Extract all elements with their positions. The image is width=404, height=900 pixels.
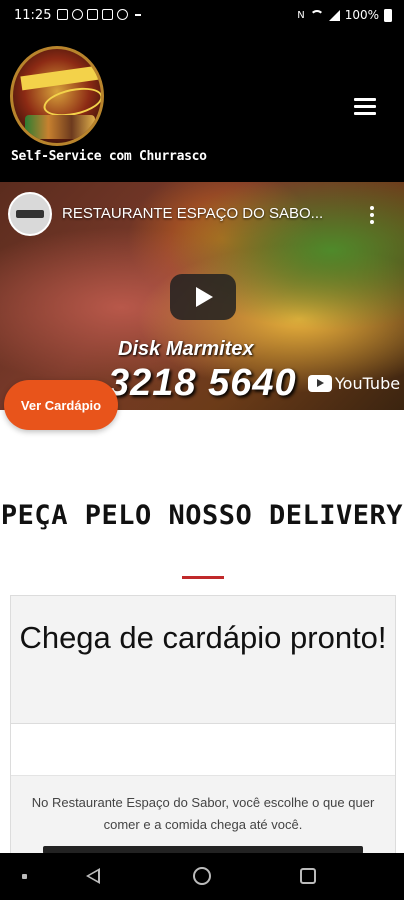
- news-icon: [102, 9, 113, 20]
- back-icon[interactable]: [86, 868, 100, 884]
- hamburger-icon[interactable]: [354, 98, 376, 116]
- facebook-icon: [87, 9, 98, 20]
- nav-indicator: [22, 874, 27, 879]
- restaurant-logo[interactable]: [10, 46, 104, 146]
- signal-icon: [328, 9, 340, 21]
- status-time: 11:25: [14, 8, 52, 23]
- play-icon[interactable]: [170, 274, 236, 320]
- sim-icon: [57, 9, 68, 20]
- video-overlay-text: Disk Marmitex: [118, 338, 254, 360]
- youtube-watermark[interactable]: YouTube: [308, 374, 400, 393]
- battery-percent: 100%: [344, 8, 379, 22]
- youtube-label: YouTube: [335, 374, 401, 393]
- site-header: Self-Service com Churrasco: [0, 34, 404, 182]
- card-header: Chega de cardápio pronto!: [11, 596, 395, 724]
- more-notifications-icon: [135, 14, 141, 16]
- system-navigation-bar: [0, 853, 404, 900]
- facebook-icon: [72, 9, 83, 20]
- status-bar: 11:25 N 100%: [0, 0, 404, 34]
- battery-icon: [384, 8, 392, 22]
- heading-divider: [182, 576, 224, 579]
- nfc-icon: N: [297, 9, 305, 21]
- card-title: Chega de cardápio pronto!: [19, 620, 387, 655]
- youtube-video-embed[interactable]: RESTAURANTE ESPAÇO DO SABO... Disk Marmi…: [0, 182, 404, 410]
- instagram-icon: [117, 9, 128, 20]
- section-heading: PEÇA PELO NOSSO DELIVERY: [0, 500, 404, 531]
- system-icons: N 100%: [297, 8, 392, 22]
- channel-avatar[interactable]: [8, 192, 52, 236]
- home-icon[interactable]: [193, 867, 211, 885]
- more-options-icon[interactable]: [370, 206, 374, 227]
- video-title[interactable]: RESTAURANTE ESPAÇO DO SABO...: [62, 205, 323, 222]
- notification-icons: [57, 9, 141, 20]
- recents-icon[interactable]: [300, 868, 316, 884]
- view-menu-button[interactable]: Ver Cardápio: [4, 380, 118, 430]
- video-overlay-phone: 3218 5640: [108, 362, 297, 404]
- youtube-logo-icon: [308, 375, 332, 392]
- site-tagline: Self-Service com Churrasco: [11, 149, 207, 164]
- wifi-icon: [309, 10, 324, 20]
- card-description: No Restaurante Espaço do Sabor, você esc…: [31, 795, 375, 832]
